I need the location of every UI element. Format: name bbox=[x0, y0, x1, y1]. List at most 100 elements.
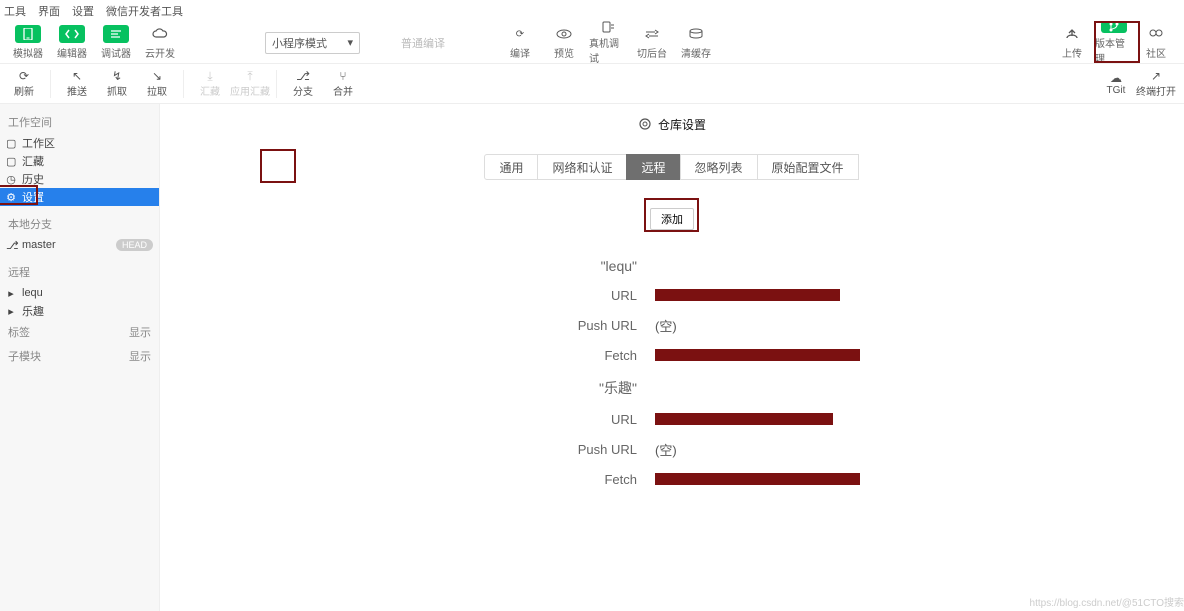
eye-icon bbox=[551, 25, 577, 43]
remote-row-pushurl: Push URL (空) bbox=[160, 434, 1144, 464]
fetch-icon: ↯ bbox=[112, 69, 122, 83]
sidebar-item-master[interactable]: ⎇master HEAD bbox=[0, 236, 159, 254]
pushurl-value: (空) bbox=[655, 440, 677, 459]
community-icon bbox=[1143, 25, 1169, 43]
debugger-button[interactable]: 调试器 bbox=[96, 24, 136, 62]
chevron-right-icon: ▸ bbox=[6, 305, 16, 318]
tab-ignore[interactable]: 忽略列表 bbox=[680, 154, 758, 180]
mode-select-label: 小程序模式 bbox=[272, 35, 327, 51]
community-button[interactable]: 社区 bbox=[1136, 24, 1176, 62]
submod-show-link[interactable]: 显示 bbox=[129, 348, 151, 364]
fetch-label: Fetch bbox=[160, 342, 655, 369]
apply-stash-icon: ⤒ bbox=[247, 69, 252, 83]
pull-button[interactable]: ↘拉取 bbox=[137, 66, 177, 102]
pushurl-label: Push URL bbox=[160, 312, 655, 339]
watermark: https://blog.csdn.net/@51CTO搜索 bbox=[1030, 594, 1184, 609]
folder-icon: ▢ bbox=[6, 155, 16, 168]
open-terminal-button[interactable]: ↗终端打开 bbox=[1136, 66, 1176, 102]
sidebar-item-history[interactable]: ◷历史 bbox=[0, 170, 159, 188]
branch-button[interactable]: ⎇分支 bbox=[283, 66, 323, 102]
chevron-down-icon: ▾ bbox=[347, 36, 353, 49]
code-icon bbox=[59, 25, 85, 43]
head-badge: HEAD bbox=[116, 239, 153, 251]
cloud-icon bbox=[147, 25, 173, 43]
push-button[interactable]: ↖推送 bbox=[57, 66, 97, 102]
refresh-button[interactable]: ⟳刷新 bbox=[4, 66, 44, 102]
chevron-right-icon: ▸ bbox=[6, 287, 16, 300]
phone-link-icon bbox=[595, 21, 621, 33]
sidebar-section-workspace: 工作空间 bbox=[0, 110, 159, 134]
compile-select-label: 普通编译 bbox=[401, 35, 445, 51]
sidebar-item-remote-lequ2[interactable]: ▸乐趣 bbox=[0, 302, 159, 320]
tab-network[interactable]: 网络和认证 bbox=[537, 154, 627, 180]
menu-tools[interactable]: 工具 bbox=[4, 3, 26, 19]
censored-url bbox=[655, 289, 840, 301]
gear-icon: ⚙ bbox=[6, 191, 16, 204]
fetch-label: Fetch bbox=[160, 466, 655, 493]
merge-icon: ⑂ bbox=[339, 69, 346, 83]
debugger-label: 调试器 bbox=[101, 45, 131, 60]
merge-button[interactable]: ⑂合并 bbox=[323, 66, 363, 102]
fetch-button[interactable]: ↯抓取 bbox=[97, 66, 137, 102]
compile-select[interactable]: 普通编译 bbox=[395, 32, 465, 54]
branch-icon bbox=[1101, 21, 1127, 33]
sidebar-item-remote-lequ[interactable]: ▸lequ bbox=[0, 284, 159, 302]
menubar: 工具 界面 设置 微信开发者工具 bbox=[0, 0, 1184, 22]
sidebar: 工作空间 ▢工作区 ▢汇藏 ◷历史 ⚙设置 本地分支 ⎇master HEAD … bbox=[0, 104, 160, 611]
menu-ui[interactable]: 界面 bbox=[38, 3, 60, 19]
pull-icon: ↘ bbox=[152, 69, 162, 83]
sidebar-item-settings[interactable]: ⚙设置 bbox=[0, 188, 159, 206]
sidebar-item-workspace[interactable]: ▢工作区 bbox=[0, 134, 159, 152]
censored-fetch bbox=[655, 349, 860, 361]
page-title-text: 仓库设置 bbox=[658, 116, 706, 133]
sidebar-section-remote: 远程 bbox=[0, 260, 159, 284]
page-title: 仓库设置 bbox=[160, 112, 1184, 136]
sidebar-item-stash[interactable]: ▢汇藏 bbox=[0, 152, 159, 170]
add-remote-button[interactable]: 添加 bbox=[650, 208, 694, 230]
version-mgmt-button[interactable]: 版本管理 bbox=[1094, 24, 1134, 62]
sidebar-item-tags[interactable]: 标签 显示 bbox=[0, 320, 159, 344]
remote-name: "乐趣" bbox=[160, 370, 655, 404]
tags-show-link[interactable]: 显示 bbox=[129, 324, 151, 340]
tab-general[interactable]: 通用 bbox=[484, 154, 538, 180]
main: 工作空间 ▢工作区 ▢汇藏 ◷历史 ⚙设置 本地分支 ⎇master HEAD … bbox=[0, 104, 1184, 611]
upload-icon bbox=[1059, 25, 1085, 43]
editor-button[interactable]: 编辑器 bbox=[52, 24, 92, 62]
simulator-label: 模拟器 bbox=[13, 45, 43, 60]
clear-cache-button[interactable]: 清缓存 bbox=[676, 24, 716, 62]
mode-select[interactable]: 小程序模式 ▾ bbox=[265, 32, 360, 54]
switch-bg-button[interactable]: 切后台 bbox=[632, 24, 672, 62]
tgit-button[interactable]: ☁TGit bbox=[1096, 66, 1136, 102]
switch-icon bbox=[639, 25, 665, 43]
tab-rawconfig[interactable]: 原始配置文件 bbox=[757, 154, 859, 180]
remote-row-url: URL bbox=[160, 280, 1144, 310]
folder-icon: ▢ bbox=[6, 137, 16, 150]
censored-url bbox=[655, 413, 833, 425]
compile-button[interactable]: ⟳编译 bbox=[500, 24, 540, 62]
history-icon: ◷ bbox=[6, 173, 16, 186]
url-label: URL bbox=[160, 406, 655, 433]
real-debug-button[interactable]: 真机调试 bbox=[588, 24, 628, 62]
pushurl-label: Push URL bbox=[160, 436, 655, 463]
cloud-label: 云开发 bbox=[145, 45, 175, 60]
remote-list: "lequ" URL Push URL (空) Fetch "乐趣" URL P… bbox=[160, 250, 1184, 494]
menu-settings[interactable]: 设置 bbox=[72, 3, 94, 19]
phone-icon bbox=[15, 25, 41, 43]
upload-button[interactable]: 上传 bbox=[1052, 24, 1092, 62]
cloud-button[interactable]: 云开发 bbox=[140, 24, 180, 62]
remote-row-fetch: Fetch bbox=[160, 340, 1144, 370]
stash-button[interactable]: ⤓汇藏 bbox=[190, 66, 230, 102]
sidebar-item-submod[interactable]: 子模块 显示 bbox=[0, 344, 159, 368]
gear-icon bbox=[638, 117, 652, 131]
simulator-button[interactable]: 模拟器 bbox=[8, 24, 48, 62]
add-row: 添加 bbox=[160, 208, 1184, 230]
settings-tabs: 通用 网络和认证 远程 忽略列表 原始配置文件 bbox=[160, 154, 1184, 180]
external-icon: ↗ bbox=[1151, 69, 1161, 83]
remote-row-url: URL bbox=[160, 404, 1144, 434]
branch-icon: ⎇ bbox=[6, 239, 16, 252]
preview-button[interactable]: 预览 bbox=[544, 24, 584, 62]
top-toolbar: 模拟器 编辑器 调试器 云开发 小程序模式 ▾ 普通编译 ⟳编译 预览 真机调试… bbox=[0, 22, 1184, 64]
apply-stash-button[interactable]: ⤒应用汇藏 bbox=[230, 66, 270, 102]
tab-remote[interactable]: 远程 bbox=[626, 154, 680, 180]
remote-row-pushurl: Push URL (空) bbox=[160, 310, 1144, 340]
